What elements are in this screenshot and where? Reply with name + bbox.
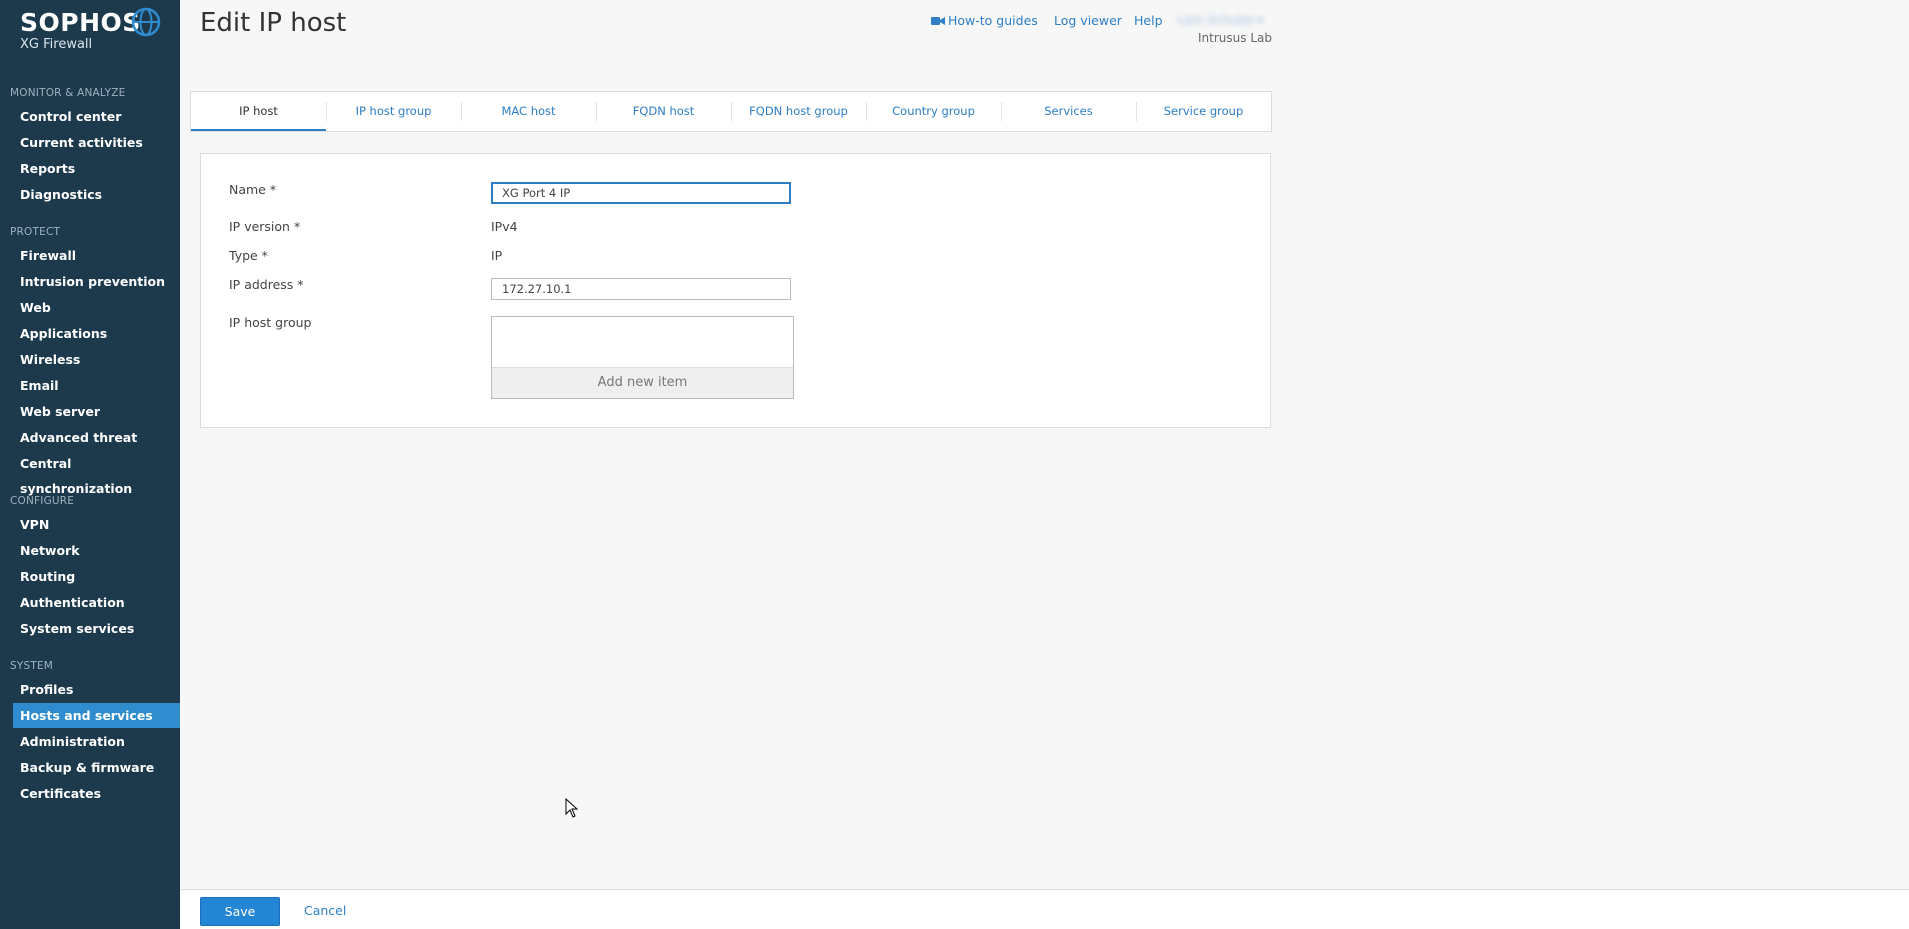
globe-icon <box>131 7 161 37</box>
ip-version-label: IP version * <box>229 219 301 234</box>
sidebar-item-firewall[interactable]: Firewall <box>13 243 180 268</box>
tab-ip-host[interactable]: IP host <box>191 92 326 131</box>
tab-bar: IP host IP host group MAC host FQDN host… <box>190 91 1272 132</box>
sidebar-item-backup-firmware[interactable]: Backup & firmware <box>13 755 180 780</box>
help-link[interactable]: Help <box>1134 13 1163 28</box>
sidebar-item-central-synchronization[interactable]: Central synchronization <box>13 451 180 496</box>
section-protect: PROTECT <box>10 226 61 238</box>
name-label: Name * <box>229 182 277 197</box>
type-label: Type * <box>229 248 268 263</box>
tab-mac-host[interactable]: MAC host <box>461 92 596 131</box>
sidebar-item-authentication[interactable]: Authentication <box>13 590 180 615</box>
tab-country-group[interactable]: Country group <box>866 92 1001 131</box>
ip-host-group-list[interactable]: Add new item <box>491 316 794 399</box>
how-to-guides-link[interactable]: How-to guides <box>931 13 1038 28</box>
sidebar-item-advanced-threat[interactable]: Advanced threat <box>13 425 180 450</box>
footer-bar: Save Cancel <box>180 889 1909 929</box>
video-camera-icon <box>931 17 945 25</box>
product-name: XG Firewall <box>20 37 93 52</box>
ip-version-value: IPv4 <box>491 219 518 234</box>
add-new-item-button[interactable]: Add new item <box>492 367 793 398</box>
log-viewer-link[interactable]: Log viewer <box>1054 13 1122 28</box>
sophos-logo[interactable]: SOPHOS XG Firewall <box>20 8 141 52</box>
save-button[interactable]: Save <box>200 897 280 926</box>
sidebar-item-vpn[interactable]: VPN <box>13 512 180 537</box>
sidebar-item-routing[interactable]: Routing <box>13 564 180 589</box>
sidebar-item-current-activities[interactable]: Current activities <box>13 130 180 155</box>
how-to-guides-label: How-to guides <box>948 13 1038 28</box>
organization-name: Intrusus Lab <box>1198 31 1272 45</box>
cancel-button[interactable]: Cancel <box>304 903 346 918</box>
tab-services[interactable]: Services <box>1001 92 1136 131</box>
tab-ip-host-group[interactable]: IP host group <box>326 92 461 131</box>
sidebar-item-system-services[interactable]: System services <box>13 616 180 641</box>
tab-fqdn-host-group[interactable]: FQDN host group <box>731 92 866 131</box>
sidebar-item-certificates[interactable]: Certificates <box>13 781 180 806</box>
brand-name: SOPHOS <box>20 8 141 37</box>
type-value: IP <box>491 248 503 263</box>
sidebar-item-diagnostics[interactable]: Diagnostics <box>13 182 180 207</box>
sidebar: SOPHOS XG Firewall MONITOR & ANALYZE Con… <box>0 0 180 929</box>
section-monitor-analyze: MONITOR & ANALYZE <box>10 87 126 99</box>
sidebar-item-administration[interactable]: Administration <box>13 729 180 754</box>
sidebar-item-hosts-and-services[interactable]: Hosts and services <box>13 703 180 728</box>
name-field[interactable] <box>491 182 791 204</box>
sidebar-item-applications[interactable]: Applications <box>13 321 180 346</box>
tab-service-group[interactable]: Service group <box>1136 92 1271 131</box>
sidebar-item-reports[interactable]: Reports <box>13 156 180 181</box>
tab-fqdn-host[interactable]: FQDN host <box>596 92 731 131</box>
page-title: Edit IP host <box>200 8 347 38</box>
sidebar-item-control-center[interactable]: Control center <box>13 104 180 129</box>
sidebar-item-intrusion-prevention[interactable]: Intrusion prevention <box>13 269 180 294</box>
sidebar-item-email[interactable]: Email <box>13 373 180 398</box>
sidebar-item-web-server[interactable]: Web server <box>13 399 180 424</box>
section-system: SYSTEM <box>10 660 54 672</box>
sidebar-item-wireless[interactable]: Wireless <box>13 347 180 372</box>
sidebar-item-network[interactable]: Network <box>13 538 180 563</box>
sidebar-item-profiles[interactable]: Profiles <box>13 677 180 702</box>
user-menu[interactable]: Lars Schulze ▾ <box>1178 13 1263 27</box>
ip-host-form: Name * IP version * IPv4 Type * IP IP ad… <box>200 153 1271 428</box>
mouse-cursor-icon <box>565 798 579 818</box>
sidebar-item-web[interactable]: Web <box>13 295 180 320</box>
section-configure: CONFIGURE <box>10 495 75 507</box>
ip-address-field[interactable] <box>491 278 791 300</box>
ip-host-group-label: IP host group <box>229 315 312 330</box>
ip-address-label: IP address * <box>229 277 304 292</box>
